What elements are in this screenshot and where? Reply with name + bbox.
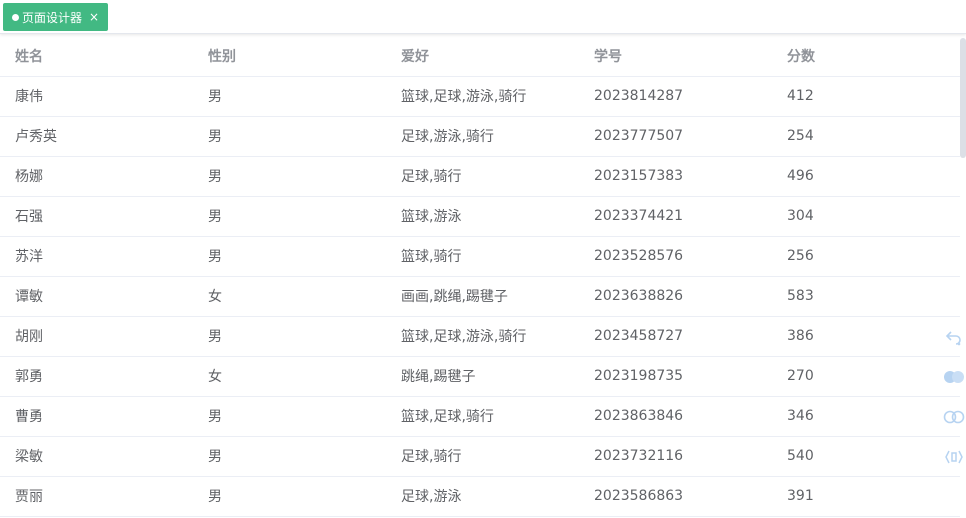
- scroll-thumb[interactable]: [960, 38, 966, 158]
- cell-hobbies: 篮球,足球,游泳,骑行: [386, 316, 579, 357]
- cell-name: 苏洋: [0, 236, 193, 277]
- cell-student-id: 2023198735: [579, 356, 772, 397]
- table-row[interactable]: 石强男篮球,游泳 2023374421 304: [0, 196, 960, 237]
- table-row[interactable]: 胡刚男篮球,足球,游泳,骑行 2023458727 386: [0, 316, 960, 357]
- column-header-student-id[interactable]: 学号: [579, 36, 772, 77]
- table-row[interactable]: 郭勇女跳绳,踢毽子 2023198735 270: [0, 356, 960, 397]
- cell-gender: 男: [193, 196, 386, 237]
- cell-hobbies: 足球,游泳: [386, 476, 579, 517]
- cell-score: 254: [772, 116, 960, 157]
- cell-hobbies: 篮球,骑行: [386, 236, 579, 277]
- cell-hobbies: 足球,骑行: [386, 436, 579, 477]
- cell-student-id: 2023777507: [579, 116, 772, 157]
- column-header-name[interactable]: 姓名: [0, 36, 193, 77]
- table-header-row: 姓名 性别 爱好 学号 分数: [0, 36, 960, 77]
- cell-student-id: 2023638826: [579, 276, 772, 317]
- tab-page-designer[interactable]: 页面设计器 ×: [3, 3, 109, 31]
- table-row[interactable]: 曹勇男篮球,足球,骑行 2023863846 346: [0, 396, 960, 437]
- cell-gender: 女: [193, 356, 386, 397]
- cell-gender: 男: [193, 156, 386, 197]
- table-row[interactable]: 贾丽男足球,游泳 2023586863 391: [0, 476, 960, 517]
- close-icon[interactable]: ×: [88, 11, 100, 23]
- cell-score: 256: [772, 236, 960, 277]
- column-header-gender[interactable]: 性别: [193, 36, 386, 77]
- cell-name: 贾丽: [0, 476, 193, 517]
- cell-name: 谭敏: [0, 276, 193, 317]
- cell-gender: 女: [193, 276, 386, 317]
- cell-student-id: 2023732116: [579, 436, 772, 477]
- table-row[interactable]: 梁敏男足球,骑行 2023732116 540: [0, 436, 960, 477]
- cell-student-id: 2023863846: [579, 396, 772, 437]
- table-row[interactable]: 康伟男篮球,足球,游泳,骑行 2023814287 412: [0, 76, 960, 117]
- column-header-score[interactable]: 分数: [772, 36, 960, 77]
- cell-name: 郭勇: [0, 356, 193, 397]
- cell-name: 曹勇: [0, 396, 193, 437]
- cell-name: 卢秀英: [0, 116, 193, 157]
- cell-student-id: 2023157383: [579, 156, 772, 197]
- cell-name: 胡刚: [0, 316, 193, 357]
- cell-hobbies: 篮球,足球,骑行: [386, 396, 579, 437]
- cell-gender: 男: [193, 236, 386, 277]
- cell-student-id: 2023374421: [579, 196, 772, 237]
- table-row[interactable]: 谭敏女画画,跳绳,踢毽子 2023638826 583: [0, 276, 960, 317]
- cell-gender: 男: [193, 436, 386, 477]
- cell-name: 杨娜: [0, 156, 193, 197]
- tab-label: 页面设计器: [22, 10, 83, 25]
- cell-student-id: 2023458727: [579, 316, 772, 357]
- table-row[interactable]: 杨娜男足球,骑行 2023157383 496: [0, 156, 960, 197]
- cell-score: 391: [772, 476, 960, 517]
- cell-score: 540: [772, 436, 960, 477]
- cell-score: 496: [772, 156, 960, 197]
- code-bracket-icon[interactable]: [941, 444, 966, 470]
- tab-bar: 页面设计器 ×: [0, 0, 966, 34]
- cell-student-id: 2023528576: [579, 236, 772, 277]
- cell-name: 石强: [0, 196, 193, 237]
- cell-hobbies: 篮球,足球,游泳,骑行: [386, 76, 579, 117]
- undo-icon[interactable]: [941, 324, 966, 350]
- double-circle-icon[interactable]: [941, 364, 966, 390]
- cell-gender: 男: [193, 116, 386, 157]
- cell-hobbies: 足球,游泳,骑行: [386, 116, 579, 157]
- cell-score: 304: [772, 196, 960, 237]
- cell-hobbies: 篮球,游泳: [386, 196, 579, 237]
- cell-gender: 男: [193, 316, 386, 357]
- cell-score: 583: [772, 276, 960, 317]
- cell-name: 康伟: [0, 76, 193, 117]
- cell-student-id: 2023814287: [579, 76, 772, 117]
- cell-hobbies: 足球,骑行: [386, 156, 579, 197]
- cell-gender: 男: [193, 396, 386, 437]
- cell-hobbies: 跳绳,踢毽子: [386, 356, 579, 397]
- data-table: 姓名 性别 爱好 学号 分数 康伟男篮球,足球,游泳,骑行 2023814287 4…: [0, 36, 966, 518]
- cell-gender: 男: [193, 476, 386, 517]
- cell-score: 386: [772, 316, 960, 357]
- cell-score: 412: [772, 76, 960, 117]
- link-icon[interactable]: [941, 404, 966, 430]
- cell-name: 梁敏: [0, 436, 193, 477]
- active-dot-icon: [12, 13, 19, 21]
- cell-score: 346: [772, 396, 960, 437]
- cell-hobbies: 画画,跳绳,踢毽子: [386, 276, 579, 317]
- table-row[interactable]: 苏洋男篮球,骑行 2023528576 256: [0, 236, 960, 277]
- column-header-hobbies[interactable]: 爱好: [386, 36, 579, 77]
- table-row[interactable]: 卢秀英男足球,游泳,骑行 2023777507 254: [0, 116, 960, 157]
- cell-student-id: 2023586863: [579, 476, 772, 517]
- cell-score: 270: [772, 356, 960, 397]
- cell-gender: 男: [193, 76, 386, 117]
